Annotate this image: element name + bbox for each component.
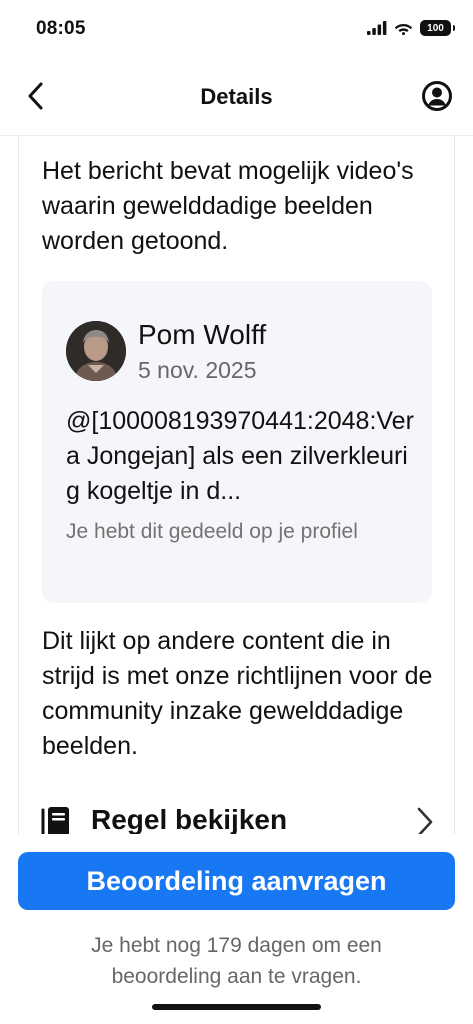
wifi-icon: [394, 24, 413, 35]
status-time: 08:05: [36, 18, 86, 39]
view-rule-link[interactable]: Regel bekijken: [19, 796, 454, 834]
post-card: Pom Wolff 5 nov. 2025 @[100008193970441:…: [42, 281, 432, 603]
review-deadline-text: Je hebt nog 179 dagen om een beoordeling…: [91, 934, 382, 988]
battery-icon: 100: [420, 20, 455, 36]
post-shared-note: Je hebt dit gedeeld op je profiel: [66, 520, 358, 543]
post-text: @[100008193970441:2048:Vera Jongejan] al…: [66, 407, 414, 505]
policy-text: Dit lijkt op andere content die in strij…: [42, 627, 433, 760]
bottom-area: Beoordeling aanvragen Je hebt nog 179 da…: [0, 834, 473, 1024]
details-content[interactable]: Het bericht bevat mogelijk video's waari…: [18, 136, 455, 834]
book-icon: [41, 807, 69, 834]
home-indicator[interactable]: [152, 1004, 321, 1010]
intro-text: Het bericht bevat mogelijk video's waari…: [42, 157, 414, 255]
signal-icon: [367, 21, 387, 35]
nav-bar: Details: [0, 56, 473, 136]
account-circle-icon: [422, 81, 452, 111]
profile-button[interactable]: [421, 80, 453, 112]
status-icons: 100: [367, 20, 455, 36]
post-author: Pom Wolff: [138, 319, 267, 350]
status-bar: 08:05 100: [0, 0, 473, 56]
page-title: Details: [200, 84, 273, 109]
view-rule-label: Regel bekijken: [91, 804, 288, 834]
chevron-right-icon: [417, 807, 433, 834]
avatar: [66, 321, 126, 381]
request-review-button[interactable]: Beoordeling aanvragen: [18, 852, 455, 910]
battery-level: 100: [427, 22, 444, 34]
post-date: 5 nov. 2025: [138, 357, 257, 383]
